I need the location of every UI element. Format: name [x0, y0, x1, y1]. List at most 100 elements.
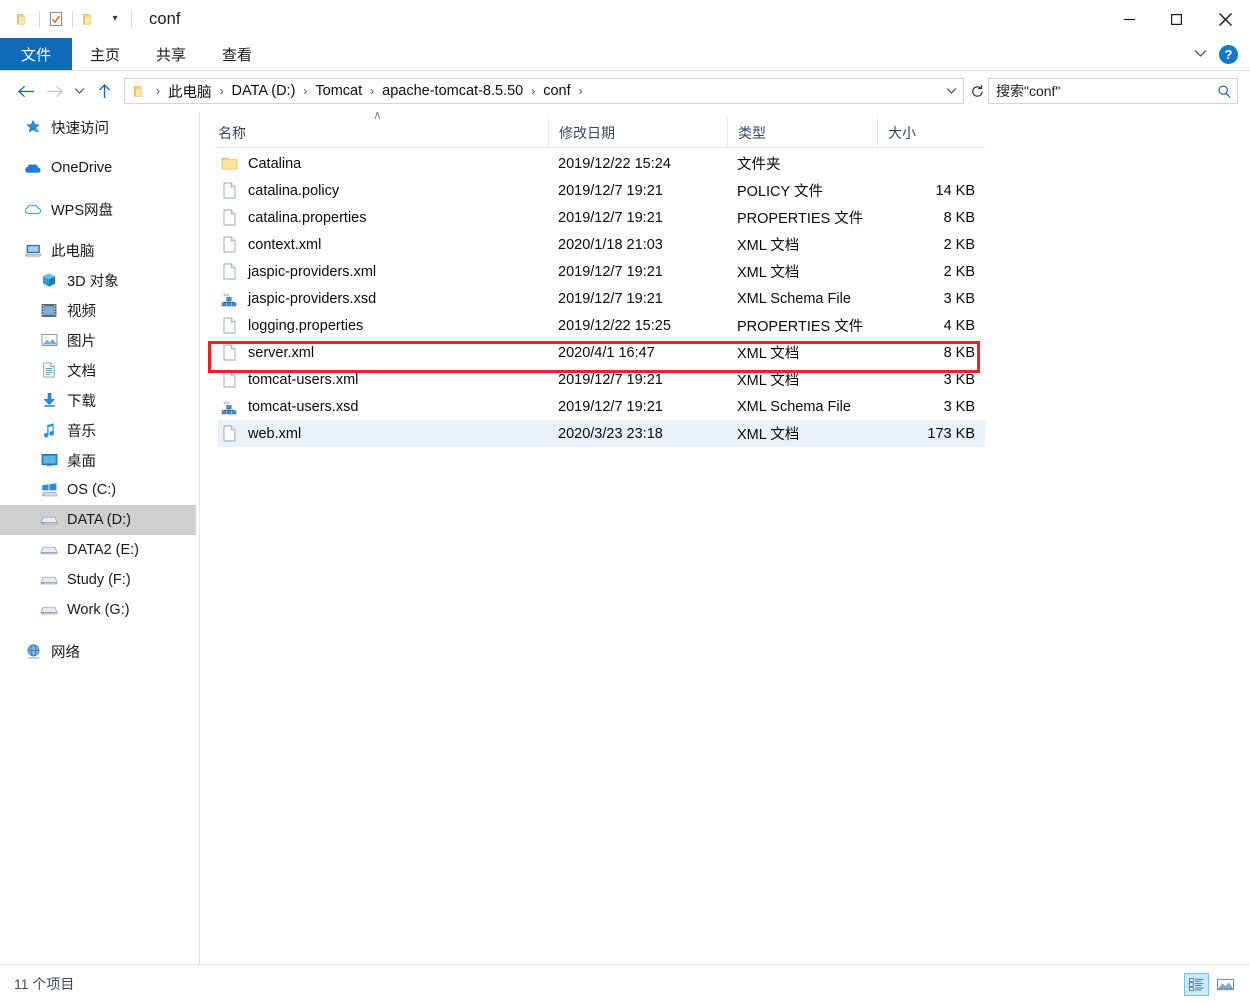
- table-row[interactable]: Catalina 2019/12/22 15:24 文件夹: [218, 150, 985, 177]
- sidebar-item-3d[interactable]: 3D 对象: [0, 265, 196, 295]
- breadcrumb-separator[interactable]: ›: [297, 84, 313, 98]
- drive-icon: [40, 606, 58, 615]
- breadcrumb-item-4[interactable]: conf: [541, 83, 572, 99]
- search-icon[interactable]: [1211, 84, 1237, 99]
- sidebar-item-data2-e[interactable]: DATA2 (E:): [0, 535, 196, 565]
- breadcrumb-separator[interactable]: ›: [150, 84, 166, 98]
- sidebar-item-wps[interactable]: WPS网盘: [0, 194, 196, 224]
- large-icons-view-button[interactable]: [1213, 973, 1238, 996]
- breadcrumb-item-2[interactable]: Tomcat: [313, 83, 364, 99]
- back-button[interactable]: [12, 77, 40, 105]
- table-row[interactable]: jaspic-providers.xml 2019/12/7 19:21 XML 文…: [218, 258, 985, 285]
- generic-file-icon: [218, 425, 240, 442]
- sidebar-item-item-16[interactable]: 网络: [0, 636, 196, 666]
- table-row[interactable]: context.xml 2020/1/18 21:03 XML 文档 2 KB: [218, 231, 985, 258]
- onedrive-cloud-icon: [22, 157, 44, 179]
- qat-properties-icon[interactable]: [43, 6, 69, 32]
- up-button[interactable]: [90, 77, 118, 105]
- sidebar-item-item-8[interactable]: 下载: [0, 385, 196, 415]
- xsd-schema-icon: <>: [221, 292, 237, 306]
- close-button[interactable]: [1200, 0, 1250, 38]
- drive-icon: [38, 569, 60, 591]
- sidebar-item-work-g[interactable]: Work (G:): [0, 595, 196, 625]
- documents-icon: [38, 359, 60, 381]
- generic-file-icon: [223, 263, 235, 280]
- cell-type: XML 文档: [737, 427, 800, 443]
- sidebar-item-item-10[interactable]: 桌面: [0, 445, 196, 475]
- sidebar-item-label: 3D 对象: [67, 273, 119, 290]
- column-header-type[interactable]: 类型: [727, 117, 877, 148]
- search-input[interactable]: [989, 83, 1211, 99]
- minimize-icon: [1124, 18, 1135, 20]
- ribbon-collapse-button[interactable]: [1188, 47, 1213, 61]
- sidebar-item-item-3[interactable]: 此电脑: [0, 235, 196, 265]
- table-row[interactable]: <> tomcat-users.xsd 2019/12/7 19:21 XML Sch…: [218, 393, 985, 420]
- sidebar-item-item-6[interactable]: 图片: [0, 325, 196, 355]
- table-row[interactable]: logging.properties 2019/12/22 15:25 PROPER…: [218, 312, 985, 339]
- sidebar-item-study-f[interactable]: Study (F:): [0, 565, 196, 595]
- table-row[interactable]: catalina.properties 2019/12/7 19:21 PROPER…: [218, 204, 985, 231]
- sidebar-item-label: 网络: [51, 644, 80, 661]
- minimize-button[interactable]: [1106, 0, 1153, 38]
- breadcrumb-bar[interactable]: › 此电脑 › DATA (D:) › Tomcat › apache-tomc…: [124, 78, 964, 104]
- table-row[interactable]: web.xml 2020/3/23 23:18 XML 文档 173 KB: [218, 420, 985, 447]
- sidebar-item-item-7[interactable]: 文档: [0, 355, 196, 385]
- file-name-label: logging.properties: [248, 317, 364, 334]
- address-dropdown-button[interactable]: [946, 79, 957, 103]
- drive-icon: [38, 509, 60, 531]
- help-button[interactable]: ?: [1219, 44, 1238, 64]
- title-bar: ▾ conf: [0, 0, 1250, 38]
- documents-icon: [43, 362, 55, 378]
- tab-home[interactable]: 主页: [72, 38, 138, 70]
- sidebar-item-item-0[interactable]: 快速访问: [0, 112, 196, 142]
- details-view-icon: [1189, 977, 1204, 991]
- column-header-name[interactable]: 名称 ∧: [218, 109, 548, 148]
- sidebar-item-label: OneDrive: [51, 160, 113, 176]
- sidebar-item-item-5[interactable]: 视频: [0, 295, 196, 325]
- tab-view[interactable]: 查看: [204, 38, 270, 70]
- wps-cloud-icon: [22, 198, 44, 220]
- sidebar-item-os-c[interactable]: OS (C:): [0, 475, 196, 505]
- cell-size: 8 KB: [943, 209, 975, 226]
- refresh-button[interactable]: [964, 78, 990, 104]
- qat-customize-button[interactable]: ▾: [102, 6, 128, 32]
- search-box[interactable]: [988, 78, 1238, 104]
- breadcrumb-separator[interactable]: ›: [364, 84, 380, 98]
- desktop-icon: [38, 449, 60, 471]
- column-header-size[interactable]: 大小: [877, 117, 985, 148]
- sidebar-item-label: 图片: [67, 333, 96, 350]
- sidebar-item-data-d[interactable]: DATA (D:): [0, 505, 196, 535]
- cell-date: 2020/1/18 21:03: [558, 236, 663, 253]
- properties-checkbox-icon: [50, 12, 62, 26]
- table-row[interactable]: tomcat-users.xml 2019/12/7 19:21 XML 文档 3 K…: [218, 366, 985, 393]
- qat-new-folder-icon[interactable]: [76, 6, 102, 32]
- recent-locations-button[interactable]: [68, 77, 90, 105]
- breadcrumb-item-0[interactable]: 此电脑: [166, 81, 214, 102]
- sidebar-item-onedrive[interactable]: OneDrive: [0, 153, 196, 183]
- maximize-button[interactable]: [1153, 0, 1200, 38]
- breadcrumb-item-3[interactable]: apache-tomcat-8.5.50: [380, 83, 525, 99]
- navigation-pane[interactable]: 快速访问 OneDrive WPS网盘此电脑 3D 对象视频图片文档 下载 音乐 桌面 OS …: [0, 112, 196, 964]
- cell-name: Catalina: [218, 150, 548, 177]
- column-header-date[interactable]: 修改日期: [548, 117, 727, 148]
- file-name-label: tomcat-users.xml: [248, 371, 359, 388]
- breadcrumb-separator[interactable]: ›: [525, 84, 541, 98]
- breadcrumb-separator[interactable]: ›: [573, 84, 589, 98]
- generic-file-icon: [223, 317, 235, 334]
- file-list-pane[interactable]: 名称 ∧ 修改日期 类型 大小 Catalina 2019/12/22 15:24…: [200, 109, 1250, 964]
- qat-folder-icon[interactable]: [10, 6, 36, 32]
- table-row[interactable]: <> jaspic-providers.xsd 2019/12/7 19:21 XML…: [218, 285, 985, 312]
- breadcrumb-item-1[interactable]: DATA (D:): [230, 83, 298, 99]
- table-row[interactable]: catalina.policy 2019/12/7 19:21 POLICY 文件 1…: [218, 177, 985, 204]
- status-bar: 11 个项目: [0, 964, 1250, 1002]
- large-icons-view-icon: [1217, 978, 1234, 990]
- cell-name: catalina.policy: [218, 177, 548, 204]
- details-view-button[interactable]: [1184, 972, 1209, 996]
- sidebar-item-item-9[interactable]: 音乐: [0, 415, 196, 445]
- table-row[interactable]: server.xml 2020/4/1 16:47 XML 文档 8 KB: [218, 339, 985, 366]
- windows-drive-icon: [41, 482, 58, 496]
- tab-share[interactable]: 共享: [138, 38, 204, 70]
- tab-file[interactable]: 文件: [0, 38, 72, 70]
- breadcrumb-separator[interactable]: ›: [214, 84, 230, 98]
- forward-button[interactable]: [40, 77, 68, 105]
